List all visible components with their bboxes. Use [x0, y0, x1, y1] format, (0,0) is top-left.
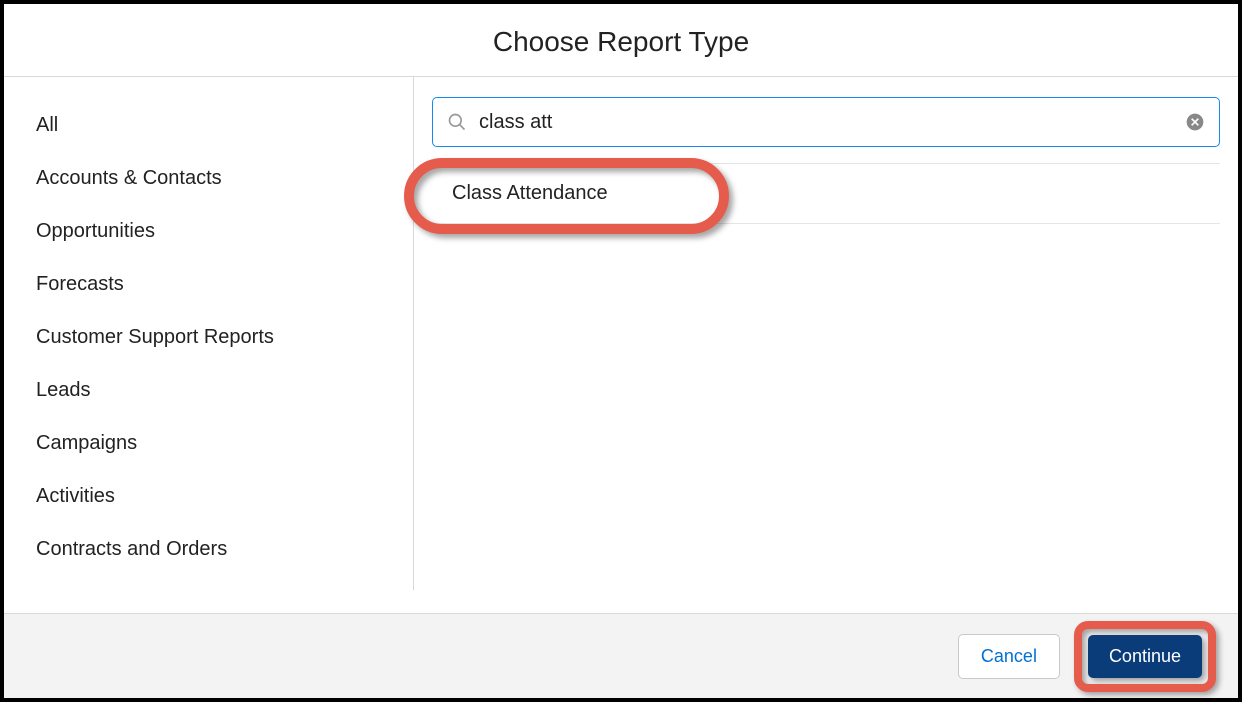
- search-box[interactable]: [432, 97, 1220, 147]
- result-list: Class Attendance: [432, 163, 1220, 224]
- continue-button[interactable]: Continue: [1088, 635, 1202, 678]
- dialog-content: All Accounts & Contacts Opportunities Fo…: [4, 77, 1238, 590]
- cancel-button[interactable]: Cancel: [958, 634, 1060, 679]
- sidebar-item-accounts-contacts[interactable]: Accounts & Contacts: [36, 152, 413, 205]
- search-icon: [447, 112, 467, 132]
- sidebar-item-opportunities[interactable]: Opportunities: [36, 205, 413, 258]
- sidebar-item-activities[interactable]: Activities: [36, 470, 413, 523]
- sidebar-item-forecasts[interactable]: Forecasts: [36, 258, 413, 311]
- search-input[interactable]: [479, 111, 1185, 134]
- category-sidebar: All Accounts & Contacts Opportunities Fo…: [4, 77, 414, 590]
- clear-icon[interactable]: [1185, 112, 1205, 132]
- result-item-label: Class Attendance: [452, 182, 608, 204]
- main-panel: Class Attendance: [414, 77, 1238, 590]
- sidebar-item-customer-support[interactable]: Customer Support Reports: [36, 311, 413, 364]
- result-item-class-attendance[interactable]: Class Attendance: [432, 164, 1220, 224]
- annotation-highlight-continue: Continue: [1074, 621, 1216, 692]
- dialog-header: Choose Report Type: [4, 4, 1238, 77]
- sidebar-item-campaigns[interactable]: Campaigns: [36, 417, 413, 470]
- sidebar-item-all[interactable]: All: [36, 99, 413, 152]
- dialog-title: Choose Report Type: [4, 26, 1238, 58]
- dialog-footer: Cancel Continue: [4, 613, 1238, 698]
- sidebar-item-leads[interactable]: Leads: [36, 364, 413, 417]
- sidebar-item-contracts-orders[interactable]: Contracts and Orders: [36, 523, 413, 576]
